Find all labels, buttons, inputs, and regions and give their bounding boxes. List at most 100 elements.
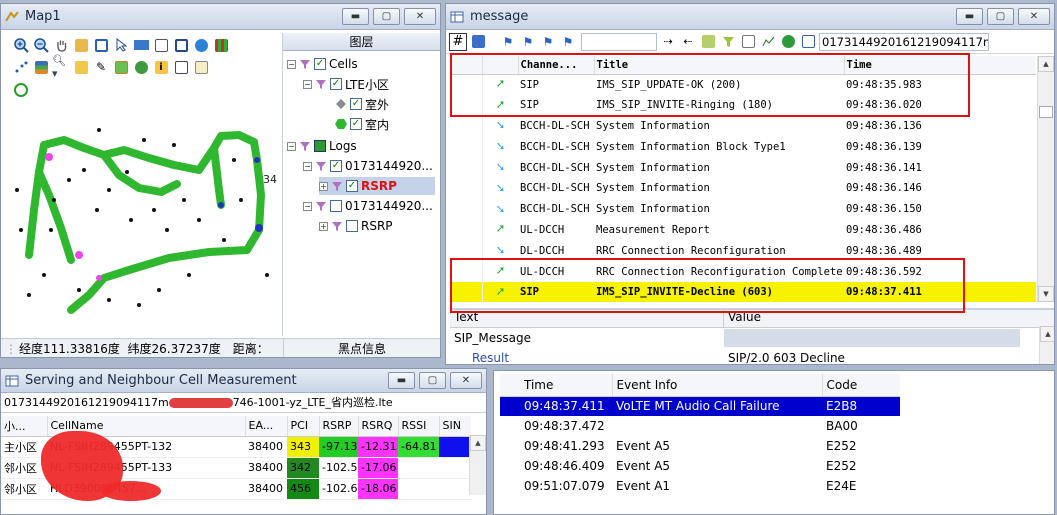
table-icon[interactable] — [172, 58, 190, 76]
flag-prev-icon[interactable]: ⚑ — [559, 33, 577, 51]
tree-item-outdoor[interactable]: ✓ 室外 — [335, 95, 389, 113]
col-earfcn[interactable]: EA... — [245, 416, 288, 437]
event-row[interactable]: 09:48:37.472 BA00 — [500, 416, 900, 436]
detail-row-result[interactable]: Result SIP/2.0 603 Decline — [450, 348, 1054, 364]
locate-icon[interactable] — [12, 81, 30, 99]
tree-item-cells[interactable]: − ✓ Cells — [287, 55, 358, 73]
message-row[interactable]: ➚ UL-DCCH RRC Connection Reconfiguration C… — [450, 261, 1036, 282]
minimize-button[interactable]: ▬ — [388, 372, 415, 389]
event-row[interactable]: 09:51:07.079 Event A1 E24E — [500, 476, 900, 496]
layers-icon[interactable] — [32, 58, 50, 76]
search-back-icon[interactable]: ⇠ — [679, 33, 697, 51]
pen-icon[interactable]: ✎ — [92, 58, 110, 76]
maximize-button[interactable]: ▢ — [419, 372, 446, 389]
tree-item-rsrp1[interactable]: + ✓ RSRP — [319, 177, 435, 195]
message-row[interactable]: ➘ BCCH-DL-SCH System Information 09:48:36.1… — [450, 157, 1036, 178]
message-row[interactable]: ➚ UL-DCCH Measurement Report 09:48:36.486 — [450, 219, 1036, 241]
message-row[interactable]: ➚ SIP IMS_SIP_INVITE-Decline (603) 09:48:37… — [450, 281, 1036, 302]
event-row[interactable]: 09:48:37.411 VoLTE MT Audio Call Failure E… — [500, 396, 900, 416]
maximize-button[interactable]: ▢ — [373, 8, 400, 25]
search-dropdown-icon[interactable]: 🔍︎▾ — [52, 54, 70, 80]
serving-scrollbar[interactable]: ▲ — [469, 435, 486, 495]
zoom-in-icon[interactable] — [12, 36, 30, 54]
col-rsrp[interactable]: RSRP — [319, 416, 359, 437]
blackpoint-tab[interactable]: 黑点信息 — [283, 338, 440, 357]
flag-down-icon[interactable]: ⚑ — [519, 33, 537, 51]
table-icon[interactable] — [799, 33, 817, 51]
col-cell-type[interactable]: 小... — [1, 416, 48, 437]
serving-cell-rssi: -64.81 — [398, 436, 439, 458]
column-title[interactable]: Title — [594, 56, 845, 75]
maximize-button[interactable]: ▢ — [987, 8, 1014, 25]
scatter-icon[interactable] — [12, 58, 30, 76]
event-row[interactable]: 09:48:41.293 Event A5 E252 — [500, 436, 900, 456]
detail-scrollbar[interactable]: ▲ — [1039, 326, 1054, 364]
chart-icon[interactable] — [759, 33, 777, 51]
message-row[interactable]: ➘ BCCH-DL-SCH System Information 09:48:36.1… — [450, 115, 1036, 137]
message-scrollbar[interactable]: ▲ ▼ — [1037, 56, 1054, 302]
funnel-icon[interactable] — [719, 33, 737, 51]
detail-row-sip-message[interactable]: SIP_Message — [450, 328, 1054, 348]
events-col-info[interactable]: Event Info — [612, 374, 823, 397]
minimize-button[interactable]: ▬ — [956, 8, 983, 25]
detail-column-text[interactable]: Text — [450, 310, 724, 327]
grid-icon[interactable] — [212, 36, 230, 54]
close-button[interactable]: ✕ — [450, 372, 482, 389]
search-forward-icon[interactable]: ⇢ — [659, 33, 677, 51]
column-time[interactable]: Time — [844, 56, 1036, 75]
col-rssi[interactable]: RSSI — [398, 416, 440, 437]
tree-item-log1[interactable]: − ✓ 0173144920... — [303, 157, 433, 175]
download-icon[interactable] — [469, 33, 487, 51]
col-rsrq[interactable]: RSRQ — [358, 416, 399, 437]
tree-item-log2[interactable]: −0173144920... — [303, 197, 433, 215]
serving-titlebar[interactable]: Serving and Neighbour Cell Measurement ▬… — [1, 369, 486, 393]
shape-icon[interactable] — [192, 58, 210, 76]
flag-icon[interactable]: ⚑ — [499, 33, 517, 51]
minimize-button[interactable]: ▬ — [342, 8, 369, 25]
tree-item-lte-cell[interactable]: − ✓ LTE小区 — [303, 75, 389, 93]
message-row[interactable]: ➚ SIP IMS_SIP_INVITE-Ringing (180) 09:48:36… — [450, 94, 1036, 116]
rectangle-tool-icon[interactable] — [132, 36, 150, 54]
tree-item-rsrp2[interactable]: + RSRP — [319, 217, 393, 235]
close-button[interactable]: ✕ — [1018, 8, 1050, 25]
globe-icon[interactable] — [192, 36, 210, 54]
message-row[interactable]: ➘ BCCH-DL-SCH System Information 09:48:36.1… — [450, 177, 1036, 199]
message-row[interactable]: ➘ BCCH-DL-SCH System Information 09:48:36.1… — [450, 198, 1036, 220]
folder-icon[interactable] — [699, 33, 717, 51]
layout-icon[interactable] — [172, 36, 190, 54]
events-col-time[interactable]: Time — [500, 374, 613, 397]
full-extent-icon[interactable] — [92, 36, 110, 54]
detail-column-value[interactable]: Value — [724, 310, 761, 327]
message-row[interactable]: ➘ BCCH-DL-SCH System Information Block Typ… — [450, 136, 1036, 158]
filter-dropdown[interactable] — [581, 32, 657, 51]
layer-panel-header[interactable]: 图层 — [283, 33, 440, 51]
document-icon[interactable] — [152, 36, 170, 54]
map-titlebar[interactable]: Map1 ▬ ▢ ✕ — [1, 4, 440, 30]
message-row[interactable]: ➚ SIP IMS_SIP_UPDATE-OK (200) 09:48:35.983 — [450, 74, 1036, 95]
earth-icon[interactable] — [132, 58, 150, 76]
pan-hand-icon[interactable] — [52, 36, 70, 54]
event-row[interactable]: 09:48:46.409 Event A5 E252 — [500, 456, 900, 476]
tree-item-logs[interactable]: − Logs — [287, 137, 357, 155]
zoom-out-icon[interactable] — [32, 36, 50, 54]
folder-icon[interactable] — [72, 58, 90, 76]
tree-item-indoor[interactable]: ✓ 室内 — [335, 115, 389, 133]
map-canvas[interactable]: 34 — [9, 100, 279, 336]
col-sinr[interactable]: SIN — [439, 416, 471, 437]
message-titlebar[interactable]: message ▬ ▢ ✕ — [446, 4, 1054, 30]
flag-next-icon[interactable]: ⚑ — [539, 33, 557, 51]
list-icon[interactable] — [739, 33, 757, 51]
select-arrow-icon[interactable] — [112, 36, 130, 54]
globe-icon[interactable] — [779, 33, 797, 51]
serving-cell-rsrp: -102.5 — [319, 457, 358, 479]
column-channel[interactable]: Channe... — [518, 56, 595, 75]
info-icon[interactable]: i — [152, 58, 170, 76]
col-pci[interactable]: PCI — [287, 416, 320, 437]
message-row[interactable]: ➘ DL-DCCH RRC Connection Reconfiguration 09… — [450, 240, 1036, 262]
close-button[interactable]: ✕ — [404, 8, 436, 25]
events-col-code[interactable]: Code — [822, 374, 900, 397]
message-search-input[interactable]: 0173144920161219094117ms — [819, 32, 989, 51]
image-icon[interactable] — [112, 58, 130, 76]
grid-toggle-icon[interactable]: # — [449, 32, 467, 51]
measure-icon[interactable] — [72, 36, 90, 54]
